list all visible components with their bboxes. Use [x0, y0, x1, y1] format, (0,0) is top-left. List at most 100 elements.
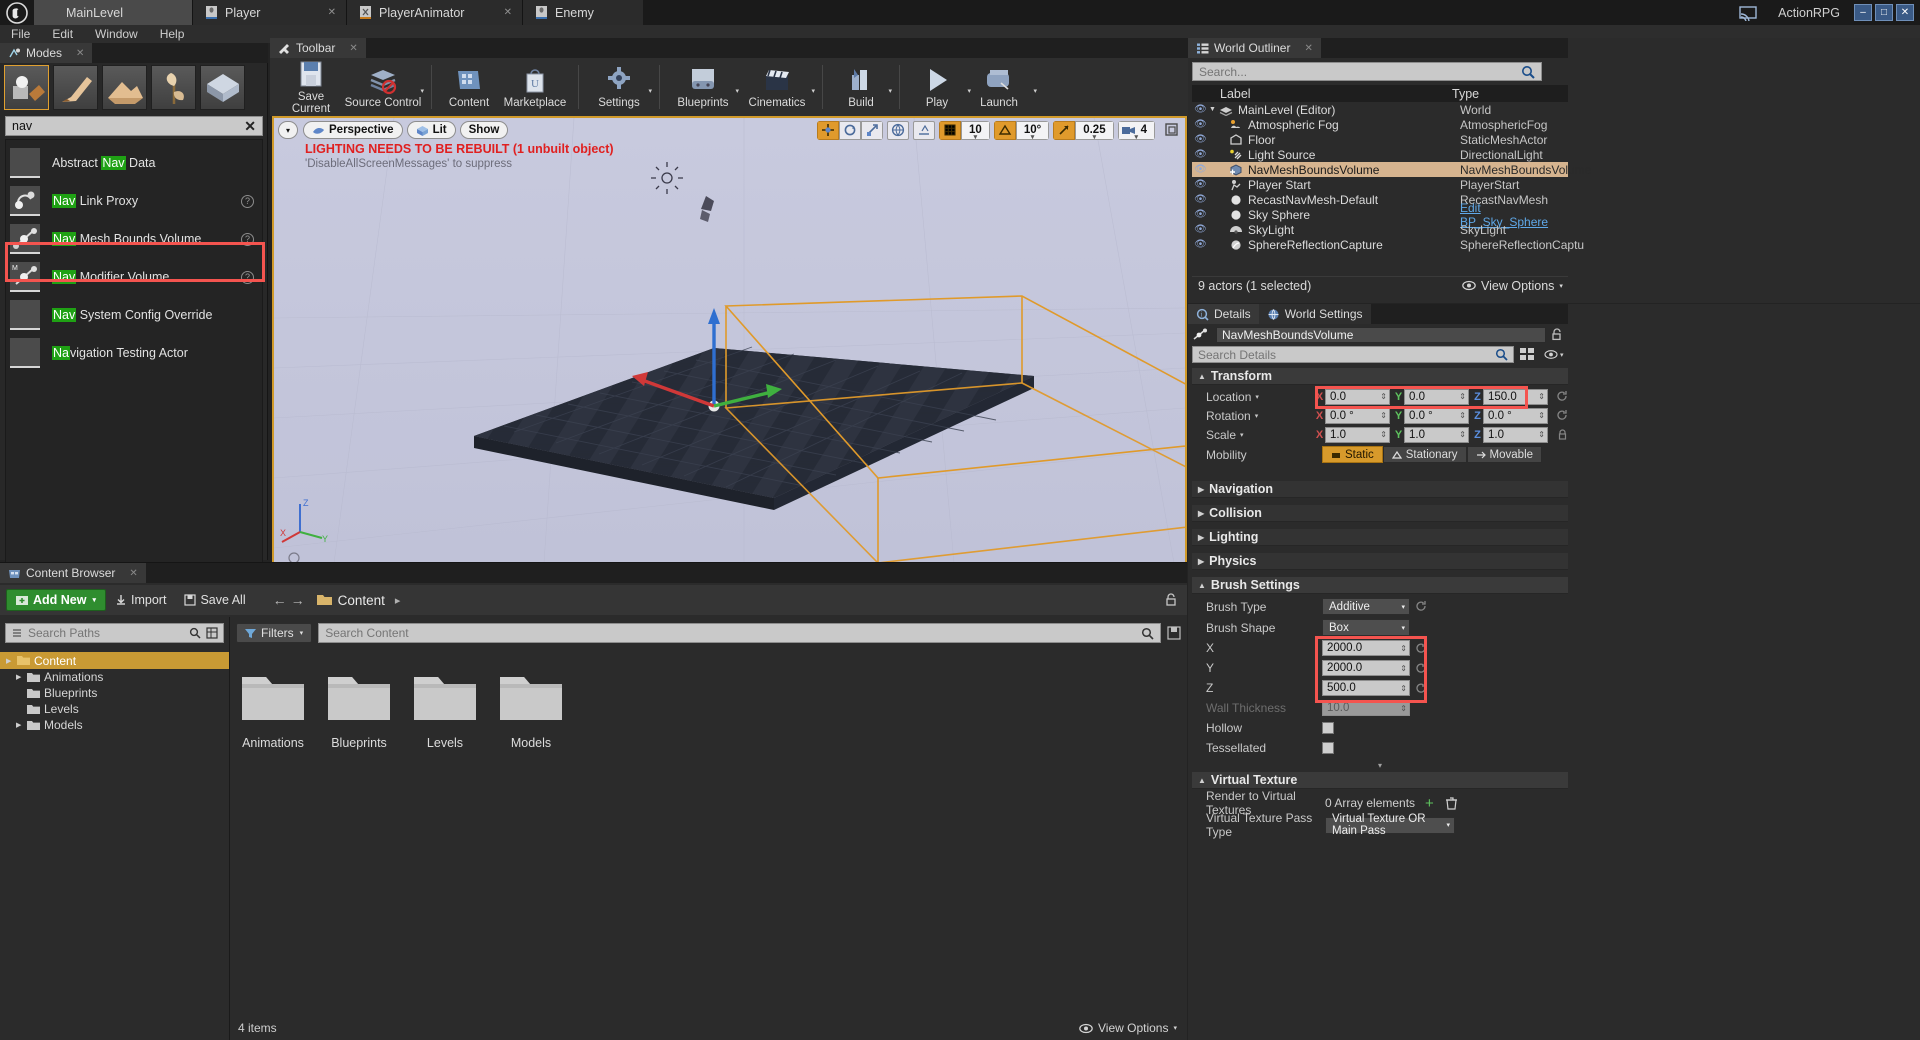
reset-icon[interactable]	[1416, 601, 1427, 612]
t ab-world-settings[interactable]: World Settings	[1258, 304, 1371, 324]
category-lighting[interactable]: ▶ Lighting	[1192, 529, 1568, 546]
details-view-options-icon[interactable]: ▾	[1544, 347, 1568, 362]
scale-z-field[interactable]: 1.0 ⇕	[1483, 426, 1548, 443]
add-new-button[interactable]: Add New ▾	[6, 589, 106, 611]
camera-speed-value[interactable]: 4	[1117, 120, 1155, 140]
location-x-field[interactable]: 0.0 ⇕	[1325, 388, 1390, 405]
asset-item[interactable]: Animations	[238, 669, 308, 750]
breadcrumb[interactable]: Content ▸	[316, 593, 400, 608]
window-tab-player[interactable]: Player ✕	[193, 0, 346, 25]
table-row[interactable]: 👁 Atmospheric Fog AtmosphericFog	[1192, 117, 1568, 132]
menu-file[interactable]: File	[0, 25, 41, 43]
category-brush-settings[interactable]: ▲ Brush Settings	[1192, 577, 1568, 594]
table-row-navmeshboundsvolume[interactable]: 👁 NavMeshBoundsVolume NavMeshBoundsVolum…	[1192, 162, 1591, 177]
tab-modes[interactable]: Modes ✕	[0, 43, 93, 63]
details-search-box[interactable]	[1192, 346, 1514, 363]
menu-edit[interactable]: Edit	[41, 25, 84, 43]
chevron-down-icon[interactable]: ▾	[888, 87, 892, 95]
reset-icon[interactable]	[1557, 410, 1568, 421]
tree-item-animations[interactable]: ▶ Animations	[0, 669, 229, 685]
reset-icon[interactable]	[1416, 682, 1427, 694]
close-icon[interactable]: ✕	[310, 7, 336, 18]
column-label[interactable]: Label	[1220, 87, 1251, 101]
reset-icon[interactable]	[1557, 391, 1568, 402]
mobility-static-button[interactable]: Static	[1322, 446, 1383, 463]
table-row[interactable]: 👁 Floor StaticMeshActor	[1192, 132, 1568, 147]
blueprints-button[interactable]: Blueprints ▾	[667, 65, 739, 109]
mobility-stationary-button[interactable]: Stationary	[1382, 446, 1467, 463]
expander-icon[interactable]: ▶	[1198, 557, 1204, 566]
grid-snap-toggle-icon[interactable]	[939, 120, 962, 140]
list-item-nav-mesh-bounds-volume[interactable]: Nav Mesh Bounds Volume ?	[6, 220, 262, 258]
scale-widget-icon[interactable]	[861, 120, 884, 140]
location-z-field[interactable]: 150.0 ⇕	[1483, 388, 1548, 405]
tree-item-models[interactable]: ▶ Models	[0, 717, 229, 733]
back-button[interactable]: ←	[271, 589, 289, 611]
chevron-down-icon[interactable]: ▾	[1033, 87, 1037, 95]
display-options-icon[interactable]	[1519, 347, 1541, 362]
outliner-view-options-button[interactable]: View Options ▾	[1462, 279, 1563, 293]
outliner-search-box[interactable]	[1192, 62, 1542, 81]
build-button[interactable]: Build ▾	[830, 65, 892, 109]
chevron-down-icon[interactable]: ▾	[1255, 393, 1259, 401]
table-row[interactable]: 👁 SkyLight SkyLight	[1192, 222, 1568, 237]
asset-item[interactable]: Levels	[410, 669, 480, 750]
hollow-checkbox[interactable]	[1322, 722, 1334, 734]
mobility-movable-button[interactable]: Movable	[1466, 446, 1543, 463]
add-element-icon[interactable]: +	[1425, 796, 1434, 811]
expander-icon[interactable]: ▶	[1198, 485, 1204, 494]
level-viewport[interactable]: Z X Y	[272, 116, 1187, 565]
source-control-button[interactable]: Source Control ▾	[342, 65, 424, 109]
category-transform[interactable]: ▲ Transform	[1192, 368, 1568, 385]
visibility-eye-icon[interactable]: 👁	[1192, 149, 1209, 160]
mode-place[interactable]	[4, 65, 49, 110]
visibility-eye-icon[interactable]: 👁	[1192, 119, 1209, 130]
scale-snap-value[interactable]: 0.25	[1075, 120, 1114, 140]
rotate-snap-toggle-icon[interactable]	[993, 120, 1016, 140]
chevron-down-icon[interactable]: ▾	[1255, 412, 1259, 420]
scale-lock-icon[interactable]	[1557, 429, 1568, 440]
window-tab-mainlevel[interactable]: MainLevel	[34, 0, 192, 25]
expander-icon[interactable]: ▶	[1198, 509, 1204, 518]
launch-button[interactable]: Launch ▾	[967, 65, 1037, 109]
visibility-eye-icon[interactable]: 👁	[1192, 179, 1209, 190]
forward-button[interactable]: →	[289, 589, 307, 611]
search-paths-input[interactable]	[28, 626, 189, 640]
visibility-eye-icon[interactable]: 👁	[1192, 164, 1209, 175]
world-coordinate-icon[interactable]	[887, 120, 910, 140]
asset-item[interactable]: Models	[496, 669, 566, 750]
import-button[interactable]: Import	[106, 589, 175, 611]
expander-icon[interactable]: ▲	[1198, 581, 1206, 590]
window-tab-enemy[interactable]: Enemy	[523, 0, 643, 25]
mode-landscape[interactable]	[102, 65, 147, 110]
modes-search-box[interactable]: ✕	[5, 116, 263, 136]
mode-geometry[interactable]	[200, 65, 245, 110]
brush-y-field[interactable]: 2000.0 ⇕	[1322, 660, 1410, 676]
surface-snap-icon[interactable]	[913, 120, 936, 140]
rotate-widget-icon[interactable]	[839, 120, 862, 140]
lock-icon[interactable]	[1163, 592, 1181, 608]
translate-snap-value[interactable]: 10	[961, 120, 990, 140]
close-icon[interactable]: ✕	[486, 7, 512, 18]
list-item[interactable]: Abstract Nav Data	[6, 144, 262, 182]
visibility-eye-icon[interactable]: 👁	[1192, 224, 1209, 235]
scale-x-field[interactable]: 1.0 ⇕	[1325, 426, 1390, 443]
category-virtual-texture[interactable]: ▲ Virtual Texture	[1192, 772, 1568, 789]
category-collision[interactable]: ▶ Collision	[1192, 505, 1568, 522]
search-paths-box[interactable]	[5, 623, 224, 643]
content-button[interactable]: Content	[439, 65, 499, 109]
tree-item-content[interactable]: ▶ Content	[0, 652, 229, 669]
chevron-down-icon[interactable]: ▾	[811, 87, 815, 95]
cinematics-button[interactable]: Cinematics ▾	[739, 65, 815, 109]
mode-foliage[interactable]	[151, 65, 196, 110]
tab-world-outliner[interactable]: World Outliner ✕	[1188, 38, 1321, 58]
brush-type-dropdown[interactable]: Additive ▾	[1322, 598, 1410, 615]
expander-icon[interactable]: ▲	[1198, 372, 1206, 381]
table-row[interactable]: 👁 ▼ MainLevel (Editor) World	[1192, 102, 1568, 117]
tab-toolbar[interactable]: Toolbar ✕	[270, 38, 366, 58]
view-mode-button[interactable]: Lit	[406, 121, 456, 139]
tessellated-checkbox[interactable]	[1322, 742, 1334, 754]
help-icon[interactable]: ?	[241, 270, 254, 284]
asset-item[interactable]: Blueprints	[324, 669, 394, 750]
close-button[interactable]: ✕	[1896, 4, 1914, 21]
